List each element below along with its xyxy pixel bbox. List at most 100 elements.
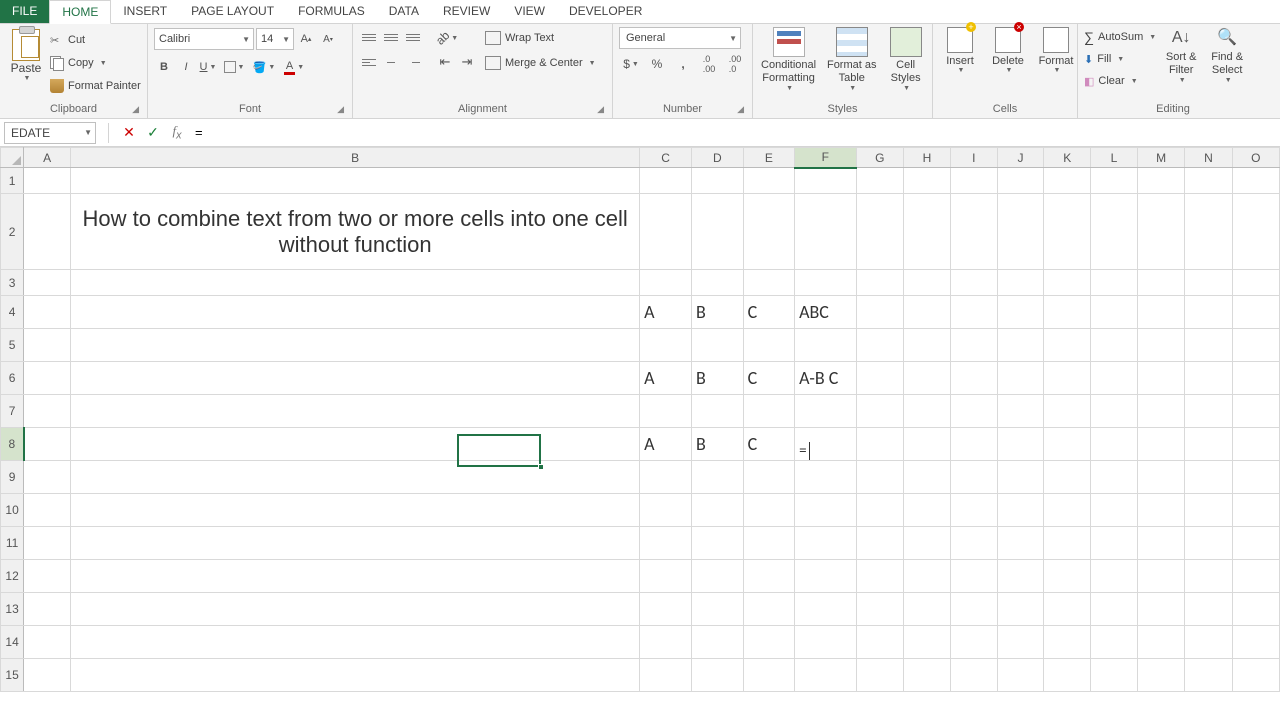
cell-F8[interactable]: = (795, 428, 857, 461)
cell-I4[interactable] (950, 296, 997, 329)
cell-C14[interactable] (640, 626, 692, 659)
cell-K8[interactable] (1044, 428, 1091, 461)
cell-A5[interactable] (24, 329, 71, 362)
column-header-H[interactable]: H (903, 148, 950, 168)
decrease-indent-button[interactable]: ⇤ (435, 52, 455, 72)
cell-N6[interactable] (1185, 362, 1232, 395)
tab-formulas[interactable]: FORMULAS (286, 0, 377, 23)
cell-K6[interactable] (1044, 362, 1091, 395)
cell-E8[interactable]: C (743, 428, 794, 461)
select-all-corner[interactable] (1, 148, 24, 168)
cell-K7[interactable] (1044, 395, 1091, 428)
cell-G8[interactable] (856, 428, 903, 461)
cell-O15[interactable] (1232, 659, 1280, 692)
cell-B9[interactable] (71, 461, 640, 494)
align-right-button[interactable] (403, 52, 423, 72)
cell-H13[interactable] (903, 593, 950, 626)
cell-F15[interactable] (795, 659, 857, 692)
cell-E1[interactable] (743, 168, 794, 194)
cell-K10[interactable] (1044, 494, 1091, 527)
underline-button[interactable]: U▼ (198, 56, 218, 78)
align-bottom-button[interactable] (403, 27, 423, 47)
cell-J10[interactable] (997, 494, 1044, 527)
fill-color-button[interactable]: 🪣▼ (250, 56, 278, 78)
cell-C9[interactable] (640, 461, 692, 494)
row-header-4[interactable]: 4 (1, 296, 24, 329)
cell-F4[interactable]: ABC (795, 296, 857, 329)
cell-A1[interactable] (24, 168, 71, 194)
cell-B7[interactable] (71, 395, 640, 428)
dialog-launcher-icon[interactable]: ◢ (737, 104, 744, 115)
wrap-text-button[interactable]: Wrap Text (485, 27, 596, 49)
comma-format-button[interactable]: , (671, 53, 695, 75)
column-header-K[interactable]: K (1044, 148, 1091, 168)
cell-J13[interactable] (997, 593, 1044, 626)
cell-K14[interactable] (1044, 626, 1091, 659)
column-header-E[interactable]: E (743, 148, 794, 168)
font-color-button[interactable]: A▼ (280, 56, 308, 78)
column-header-I[interactable]: I (950, 148, 997, 168)
cell-A14[interactable] (24, 626, 71, 659)
cell-N5[interactable] (1185, 329, 1232, 362)
row-header-12[interactable]: 12 (1, 560, 24, 593)
enter-formula-button[interactable]: ✓ (141, 122, 165, 144)
cell-H7[interactable] (903, 395, 950, 428)
cell-L2[interactable] (1091, 194, 1138, 270)
cell-D14[interactable] (692, 626, 744, 659)
cell-N7[interactable] (1185, 395, 1232, 428)
cell-J9[interactable] (997, 461, 1044, 494)
increase-font-button[interactable]: A▴ (296, 28, 316, 50)
cell-A6[interactable] (24, 362, 71, 395)
cell-O12[interactable] (1232, 560, 1280, 593)
cell-H11[interactable] (903, 527, 950, 560)
cell-K13[interactable] (1044, 593, 1091, 626)
cell-O2[interactable] (1232, 194, 1280, 270)
cell-N13[interactable] (1185, 593, 1232, 626)
cell-H6[interactable] (903, 362, 950, 395)
row-header-15[interactable]: 15 (1, 659, 24, 692)
cell-J5[interactable] (997, 329, 1044, 362)
cell-O4[interactable] (1232, 296, 1280, 329)
cell-C8[interactable]: A (640, 428, 692, 461)
accounting-format-button[interactable]: $▼ (619, 53, 643, 75)
align-center-button[interactable] (381, 52, 401, 72)
column-header-F[interactable]: F (795, 148, 857, 168)
cell-I13[interactable] (950, 593, 997, 626)
cell-F3[interactable] (795, 270, 857, 296)
cell-B15[interactable] (71, 659, 640, 692)
cell-C6[interactable]: A (640, 362, 692, 395)
cell-F6[interactable]: A-B C (795, 362, 857, 395)
cell-K1[interactable] (1044, 168, 1091, 194)
cell-styles-button[interactable]: Cell Styles▼ (885, 27, 926, 94)
cell-C1[interactable] (640, 168, 692, 194)
format-painter-button[interactable]: Format Painter (50, 76, 141, 96)
cell-L6[interactable] (1091, 362, 1138, 395)
cell-D7[interactable] (692, 395, 744, 428)
cell-A8[interactable] (24, 428, 71, 461)
cell-G10[interactable] (856, 494, 903, 527)
cell-C7[interactable] (640, 395, 692, 428)
cell-M14[interactable] (1137, 626, 1185, 659)
font-size-select[interactable]: 14▼ (256, 28, 294, 50)
cell-G2[interactable] (856, 194, 903, 270)
cell-B10[interactable] (71, 494, 640, 527)
cell-L13[interactable] (1091, 593, 1138, 626)
cell-O6[interactable] (1232, 362, 1280, 395)
cell-J8[interactable] (997, 428, 1044, 461)
row-header-7[interactable]: 7 (1, 395, 24, 428)
cell-M11[interactable] (1137, 527, 1185, 560)
cell-F1[interactable] (795, 168, 857, 194)
cell-H3[interactable] (903, 270, 950, 296)
column-header-J[interactable]: J (997, 148, 1044, 168)
cell-D12[interactable] (692, 560, 744, 593)
cell-F5[interactable] (795, 329, 857, 362)
cell-I2[interactable] (950, 194, 997, 270)
cell-O14[interactable] (1232, 626, 1280, 659)
cell-F10[interactable] (795, 494, 857, 527)
cell-L7[interactable] (1091, 395, 1138, 428)
cell-N3[interactable] (1185, 270, 1232, 296)
row-header-10[interactable]: 10 (1, 494, 24, 527)
cancel-formula-button[interactable]: ✕ (117, 122, 141, 144)
cell-G11[interactable] (856, 527, 903, 560)
cell-A11[interactable] (24, 527, 71, 560)
